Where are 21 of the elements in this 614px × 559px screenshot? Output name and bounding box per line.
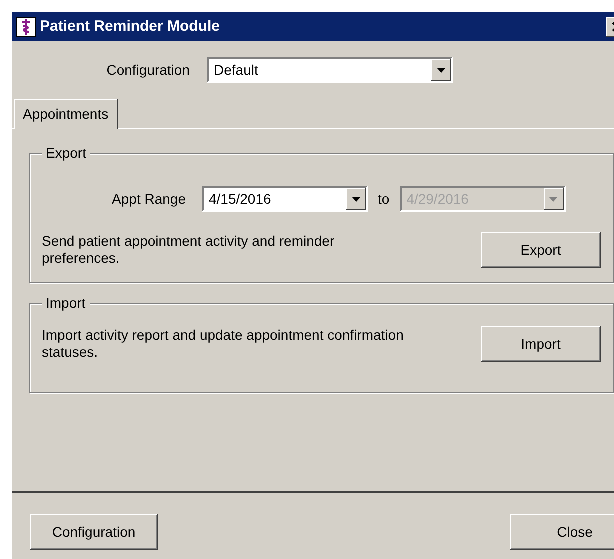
- appt-range-label: Appt Range: [111, 191, 186, 207]
- date-dropdown[interactable]: 4/15/2016: [202, 186, 368, 212]
- group-title: Export: [42, 145, 90, 161]
- configuration-button[interactable]: Configuration: [30, 514, 158, 550]
- configuration-label: Configuration: [106, 62, 190, 78]
- caduceus-icon: [16, 16, 36, 36]
- group-title: Import: [42, 295, 90, 311]
- import-button[interactable]: Import: [481, 326, 601, 362]
- tab[interactable]: Appointments: [14, 99, 118, 129]
- to-label: to: [378, 191, 390, 207]
- configuration-dropdown[interactable]: Default: [207, 57, 453, 83]
- close-button[interactable]: Close: [510, 514, 614, 550]
- caret-down-icon: [436, 68, 446, 72]
- window-title: Patient Reminder Module: [40, 18, 222, 35]
- import-description: Import activity report and update appointment confirmation statuses.: [42, 327, 405, 361]
- caret-down-icon: [549, 196, 558, 202]
- export-button[interactable]: Export: [481, 232, 601, 268]
- dropdown-arrow-button[interactable]: [346, 188, 366, 210]
- export-description: Send patient appointment activity and reminder preferences.: [42, 233, 336, 267]
- caret-down-icon: [352, 196, 360, 202]
- dropdown-arrow-button[interactable]: [431, 59, 451, 81]
